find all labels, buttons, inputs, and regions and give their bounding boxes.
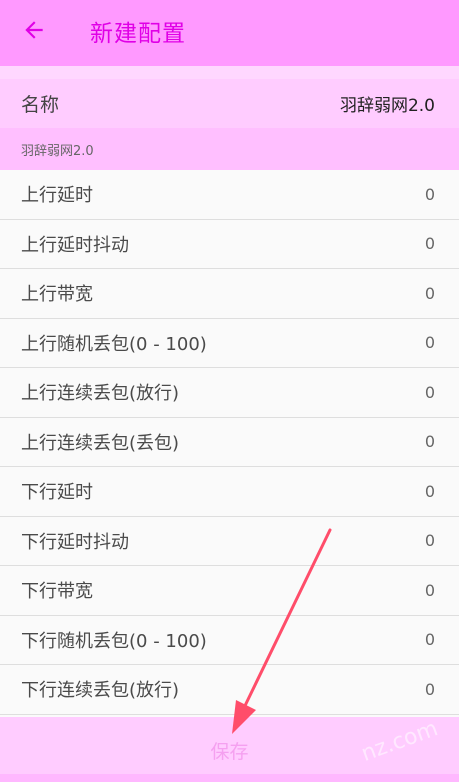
app-bar: 新建配置 [0,0,459,66]
section-header: 羽辞弱网2.0 [0,128,459,170]
setting-row-downlink-delay[interactable]: 下行延时 0 [0,467,459,517]
name-row[interactable]: 名称 羽辞弱网2.0 [0,79,459,128]
setting-label: 下行延时 [21,482,93,504]
setting-label: 下行连续丢包(放行) [21,680,180,702]
setting-label: 上行连续丢包(放行) [21,383,180,405]
setting-row-downlink-bandwidth[interactable]: 下行带宽 0 [0,566,459,616]
setting-label: 上行延时 [21,185,93,207]
setting-label: 上行延时抖动 [21,234,129,256]
name-label: 名称 [21,94,60,116]
app-screen: 新建配置 名称 羽辞弱网2.0 羽辞弱网2.0 上行延时 0 上行延时抖动 0 … [0,0,459,782]
setting-row-downlink-burst-pass[interactable]: 下行连续丢包(放行) 0 [0,665,459,715]
setting-value: 0 [424,234,435,254]
setting-label: 下行带宽 [21,581,93,603]
setting-value: 0 [424,184,435,204]
settings-list: 上行延时 0 上行延时抖动 0 上行带宽 0 上行随机丢包(0 - 100) 0… [0,170,459,715]
setting-label: 上行连续丢包(丢包) [21,432,180,454]
setting-row-uplink-jitter[interactable]: 上行延时抖动 0 [0,220,459,269]
bottom-strip [0,774,459,782]
setting-label: 上行随机丢包(0 - 100) [21,333,207,355]
setting-value: 0 [424,630,435,650]
setting-label: 下行延时抖动 [21,531,129,553]
setting-row-uplink-burst-pass[interactable]: 上行连续丢包(放行) 0 [0,368,459,418]
setting-value: 0 [424,531,435,551]
setting-value: 0 [424,580,435,600]
setting-value: 0 [424,679,435,699]
page-title: 新建配置 [90,21,186,47]
header-divider-strip [0,66,459,79]
setting-row-uplink-bandwidth[interactable]: 上行带宽 0 [0,269,459,319]
setting-value: 0 [424,481,435,501]
setting-value: 0 [424,432,435,452]
setting-value: 0 [424,382,435,402]
setting-row-downlink-random-loss[interactable]: 下行随机丢包(0 - 100) 0 [0,616,459,665]
setting-value: 0 [424,333,435,353]
setting-row-downlink-jitter[interactable]: 下行延时抖动 0 [0,517,459,566]
setting-row-uplink-burst-drop[interactable]: 上行连续丢包(丢包) 0 [0,418,459,467]
name-value[interactable]: 羽辞弱网2.0 [340,91,435,116]
arrow-left-icon [25,21,43,39]
setting-row-uplink-random-loss[interactable]: 上行随机丢包(0 - 100) 0 [0,319,459,368]
setting-value: 0 [424,283,435,303]
back-button[interactable] [16,12,52,48]
footer-divider-strip [0,717,459,726]
setting-label: 上行带宽 [21,284,93,306]
setting-label: 下行随机丢包(0 - 100) [21,630,207,652]
setting-row-uplink-delay[interactable]: 上行延时 0 [0,170,459,220]
